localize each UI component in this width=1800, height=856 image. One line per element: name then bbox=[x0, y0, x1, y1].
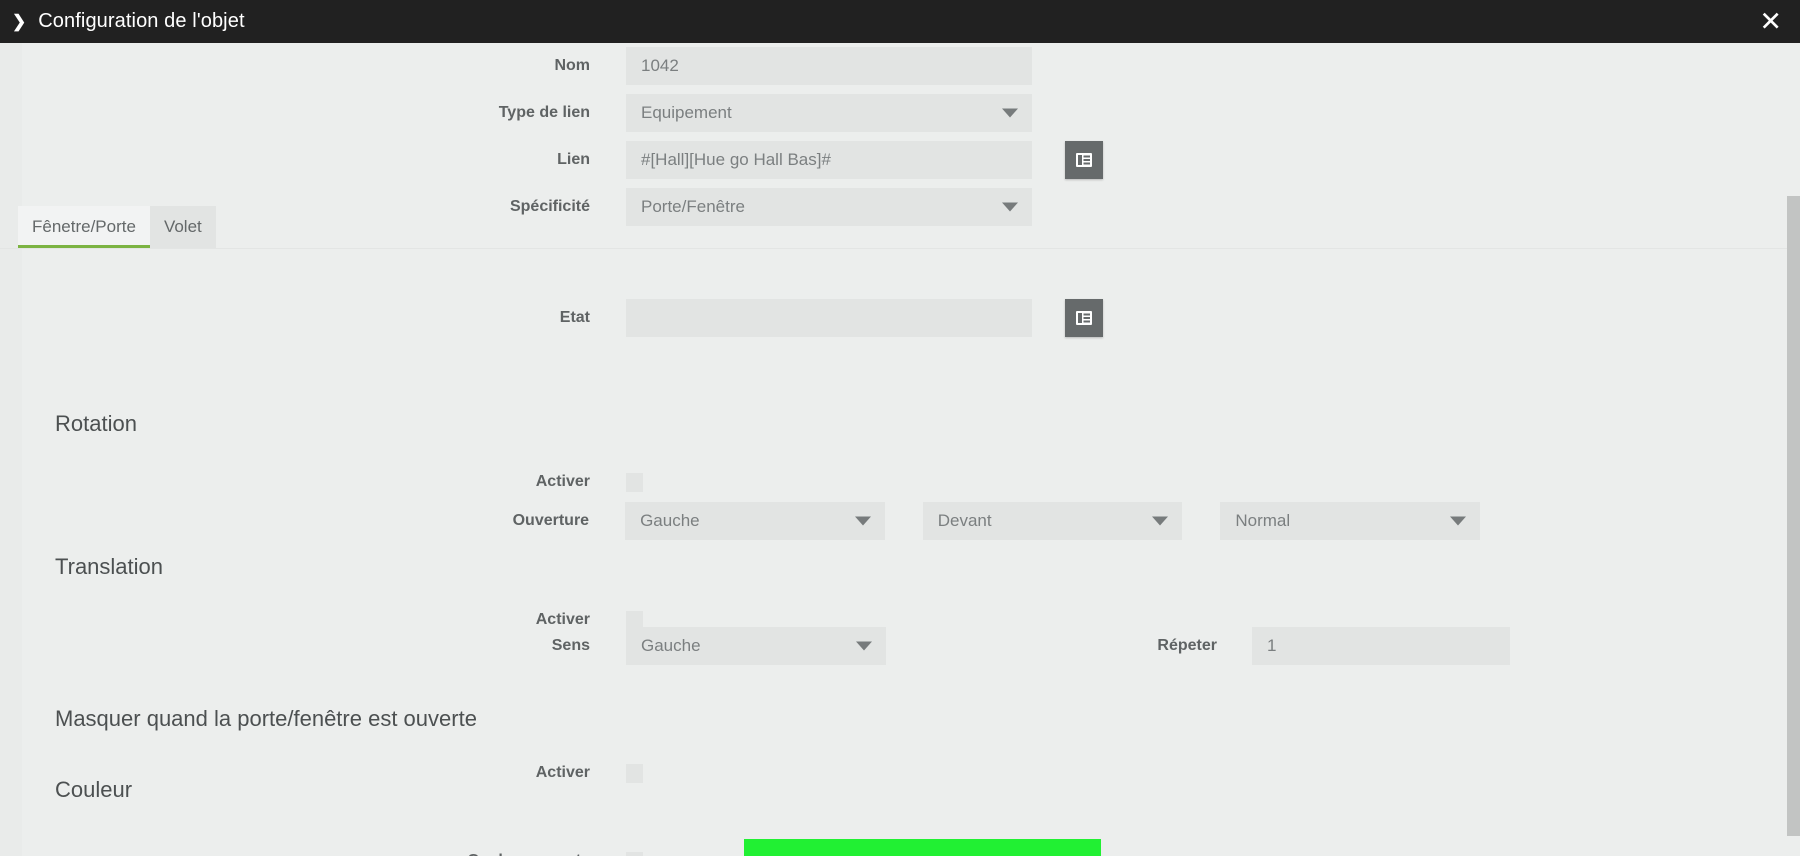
chevron-down-icon bbox=[1152, 516, 1169, 525]
lien-picker-button[interactable] bbox=[1065, 140, 1103, 179]
select-ouverture-side-value: Gauche bbox=[640, 510, 700, 530]
select-ouverture-depth[interactable]: Devant bbox=[922, 501, 1183, 540]
section-title-translation: Translation bbox=[55, 554, 164, 579]
select-specificite[interactable]: Porte/Fenêtre bbox=[626, 187, 1032, 226]
list-table-icon bbox=[1076, 152, 1092, 167]
chevron-down-icon bbox=[854, 516, 871, 525]
label-nom: Nom bbox=[554, 56, 590, 74]
checkbox-rotation-activer[interactable] bbox=[626, 472, 643, 492]
select-type-de-lien[interactable]: Equipement bbox=[626, 93, 1032, 132]
row-lien: Lien #[Hall][Hue go Hall Bas]# bbox=[0, 137, 1120, 182]
label-rotation-activer: Activer bbox=[535, 473, 590, 490]
label-repeter: Répeter bbox=[1157, 636, 1217, 654]
chevron-down-icon bbox=[856, 641, 872, 650]
select-type-de-lien-value: Equipement bbox=[641, 102, 732, 122]
label-couleur-ouverte: Couleur ouverte bbox=[0, 852, 590, 856]
chevron-down-icon bbox=[1002, 202, 1018, 211]
tab-fenetre-porte[interactable]: Fênetre/Porte bbox=[18, 206, 150, 248]
row-translation-sens: Sens Gauche Répeter 1 bbox=[0, 623, 1620, 668]
dialog-title: Configuration de l'objet bbox=[38, 10, 245, 32]
checkbox-masquer-activer[interactable] bbox=[626, 763, 643, 783]
section-title-masquer: Masquer quand la porte/fenêtre est ouver… bbox=[55, 706, 477, 731]
panel-tabs: Fênetre/Porte Volet bbox=[18, 206, 216, 248]
label-etat: Etat bbox=[559, 308, 590, 326]
row-rotation-ouverture: Ouverture Gauche Devant Normal bbox=[0, 498, 1480, 543]
dialog-titlebar: ❯ Configuration de l'objet ✕ bbox=[0, 0, 1800, 43]
input-lien[interactable]: #[Hall][Hue go Hall Bas]# bbox=[626, 140, 1032, 179]
select-ouverture-side[interactable]: Gauche bbox=[625, 501, 885, 540]
row-type-de-lien: Type de lien Equipement bbox=[0, 90, 1035, 135]
select-ouverture-depth-value: Devant bbox=[937, 510, 992, 530]
section-title-couleur: Couleur bbox=[55, 777, 133, 802]
chevron-down-icon bbox=[1450, 516, 1466, 525]
scrollbar-thumb[interactable] bbox=[1787, 196, 1800, 836]
select-ouverture-mode[interactable]: Normal bbox=[1220, 501, 1480, 540]
label-rotation-ouverture: Ouverture bbox=[512, 511, 590, 529]
chevron-right-icon: ❯ bbox=[12, 12, 27, 31]
object-configuration-dialog: ❯ Configuration de l'objet ✕ Nom 1042 Ty… bbox=[0, 0, 1800, 856]
select-specificite-value: Porte/Fenêtre bbox=[641, 196, 745, 216]
input-repeter[interactable]: 1 bbox=[1252, 626, 1510, 665]
row-nom: Nom 1042 bbox=[0, 43, 1035, 88]
checkbox-couleur-ouverte[interactable] bbox=[626, 851, 643, 856]
row-rotation-activer: Activer bbox=[0, 467, 700, 497]
close-icon[interactable]: ✕ bbox=[1759, 8, 1782, 35]
select-translation-sens-value: Gauche bbox=[641, 635, 701, 655]
tab-volet[interactable]: Volet bbox=[149, 206, 216, 248]
input-etat[interactable] bbox=[626, 298, 1032, 337]
tab-divider bbox=[0, 248, 1800, 249]
label-lien: Lien bbox=[557, 150, 590, 168]
scrollbar-track[interactable] bbox=[1787, 86, 1800, 856]
row-couleur-ouverte: Couleur ouverte bbox=[0, 839, 1200, 856]
list-table-icon bbox=[1076, 310, 1092, 325]
select-translation-sens[interactable]: Gauche bbox=[626, 626, 886, 665]
section-title-rotation: Rotation bbox=[55, 411, 137, 436]
chevron-down-icon bbox=[1002, 108, 1018, 117]
color-swatch-group bbox=[744, 839, 1101, 856]
etat-picker-button[interactable] bbox=[1065, 298, 1103, 337]
label-type-de-lien: Type de lien bbox=[498, 103, 590, 121]
dialog-content: Nom 1042 Type de lien Equipement Lien #[… bbox=[0, 43, 1800, 856]
row-etat: Etat bbox=[0, 295, 1120, 340]
tab-fenetre-porte-label: Fênetre/Porte bbox=[32, 217, 136, 236]
label-translation-sens: Sens bbox=[551, 636, 590, 654]
color-swatch-open[interactable] bbox=[744, 839, 1101, 856]
tab-volet-label: Volet bbox=[163, 217, 202, 236]
input-nom[interactable]: 1042 bbox=[626, 46, 1032, 85]
select-ouverture-mode-value: Normal bbox=[1235, 510, 1291, 530]
